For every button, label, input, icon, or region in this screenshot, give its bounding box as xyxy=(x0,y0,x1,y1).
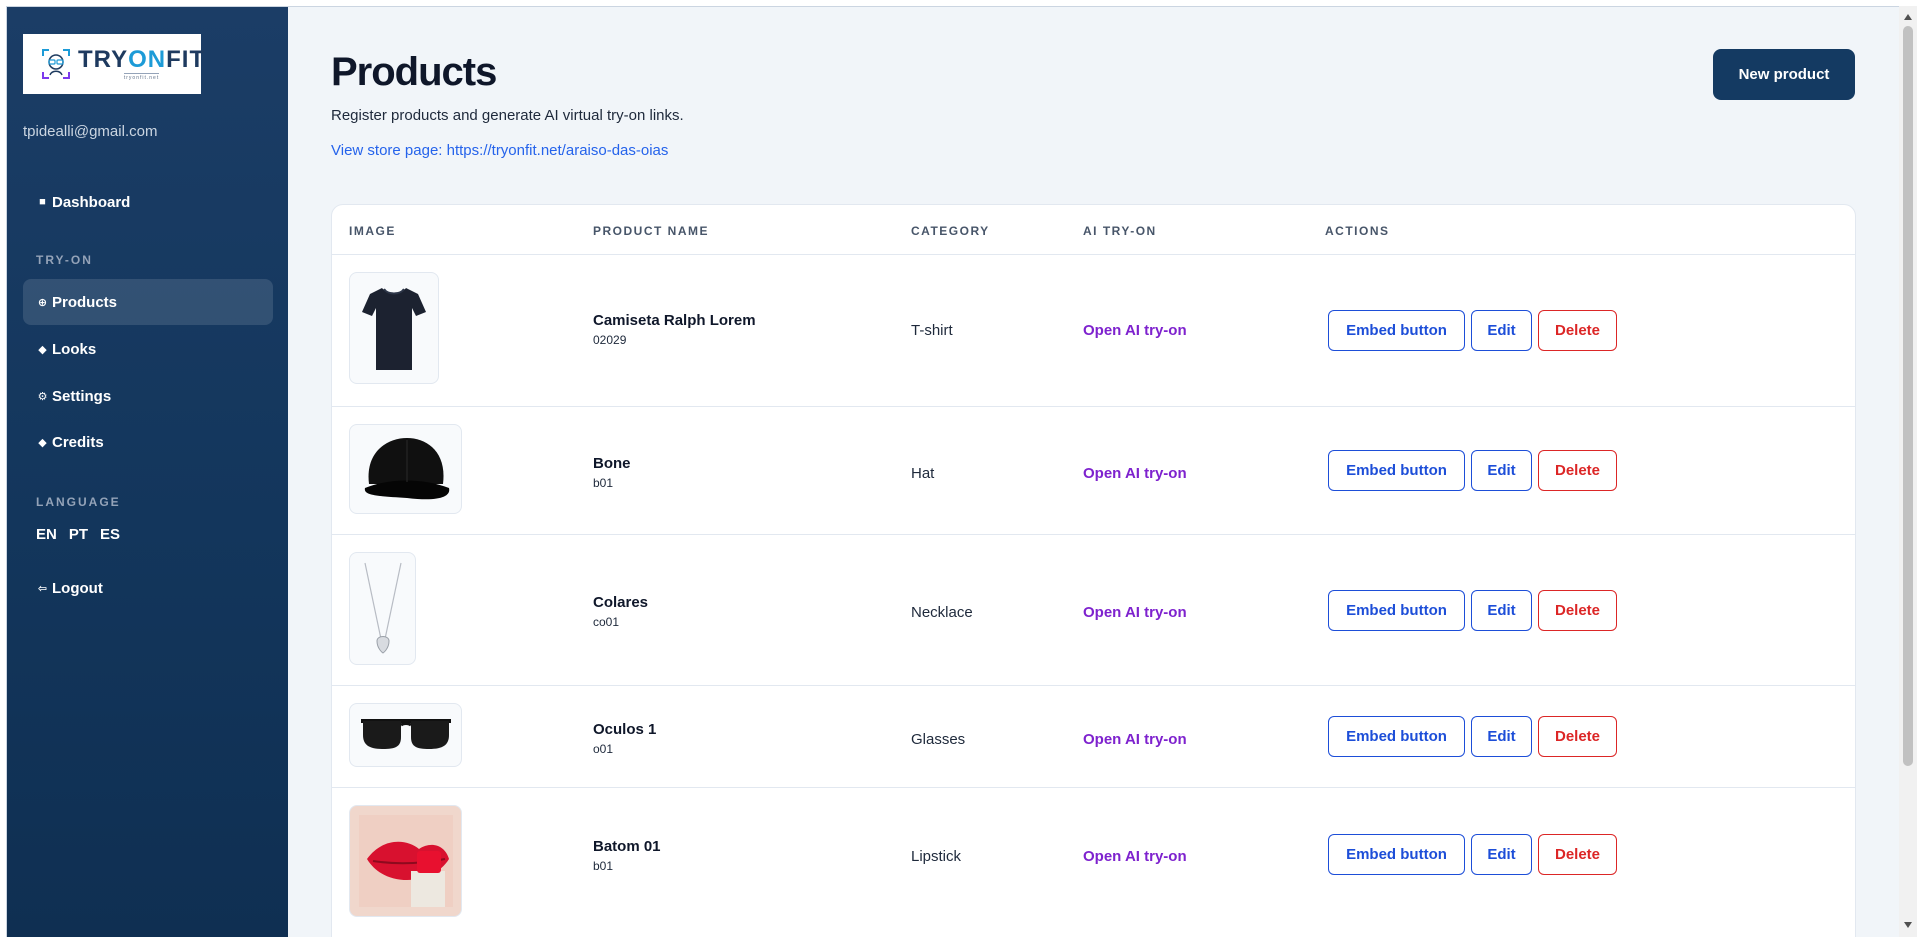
delete-button[interactable]: Delete xyxy=(1538,450,1617,491)
section-label-try-on: TRY-ON xyxy=(36,253,93,267)
edit-button[interactable]: Edit xyxy=(1471,834,1532,875)
language-en[interactable]: EN xyxy=(36,526,57,543)
delete-button[interactable]: Delete xyxy=(1538,834,1617,875)
page-scrollbar[interactable] xyxy=(1899,6,1917,937)
tryonfit-logo[interactable]: TRYONFIT tryonfit.net xyxy=(23,34,204,94)
product-image-necklace xyxy=(349,552,416,665)
embed-button[interactable]: Embed button xyxy=(1328,310,1465,351)
column-header-actions: ACTIONS xyxy=(1325,224,1390,238)
embed-button[interactable]: Embed button xyxy=(1328,590,1465,631)
edit-button[interactable]: Edit xyxy=(1471,450,1532,491)
product-category: T-shirt xyxy=(911,322,953,339)
user-email: tpidealli@gmail.com xyxy=(23,123,158,140)
sidebar: TRYONFIT tryonfit.net tpidealli@gmail.co… xyxy=(7,7,288,937)
product-name: Oculos 1 xyxy=(593,721,657,738)
column-header-product-name: PRODUCT NAME xyxy=(593,224,709,238)
table-row: Oculos 1 o01 Glasses Open AI try-on Embe… xyxy=(332,686,1855,788)
language-es[interactable]: ES xyxy=(100,526,120,543)
diamond-icon: ◆ xyxy=(38,343,47,356)
product-image-tshirt xyxy=(349,272,439,384)
store-page-link[interactable]: View store page: https://tryonfit.net/ar… xyxy=(331,142,668,159)
products-table: IMAGE PRODUCT NAME CATEGORY AI TRY-ON AC… xyxy=(331,204,1856,937)
sidebar-item-looks[interactable]: ◆ Looks xyxy=(23,326,273,372)
sidebar-item-products[interactable]: ⊕ Products xyxy=(23,279,273,325)
edit-button[interactable]: Edit xyxy=(1471,716,1532,757)
product-name: Camiseta Ralph Lorem xyxy=(593,312,756,329)
open-ai-try-on-link[interactable]: Open AI try-on xyxy=(1083,848,1187,865)
table-row: Camiseta Ralph Lorem 02029 T-shirt Open … xyxy=(332,255,1855,407)
delete-button[interactable]: Delete xyxy=(1538,310,1617,351)
product-image-cap xyxy=(349,424,462,514)
page-title: Products xyxy=(331,50,497,94)
gear-icon: ⚙ xyxy=(37,390,48,403)
table-header: IMAGE PRODUCT NAME CATEGORY AI TRY-ON AC… xyxy=(332,205,1855,255)
product-image-lipstick xyxy=(349,805,462,917)
open-ai-try-on-link[interactable]: Open AI try-on xyxy=(1083,322,1187,339)
diamond-icon: ◆ xyxy=(38,436,47,449)
sidebar-item-logout[interactable]: ⇦ Logout xyxy=(23,565,273,611)
product-code: o01 xyxy=(593,742,614,756)
sidebar-item-credits[interactable]: ◆ Credits xyxy=(23,419,273,465)
table-row: Batom 01 b01 Lipstick Open AI try-on Emb… xyxy=(332,788,1855,928)
embed-button[interactable]: Embed button xyxy=(1328,834,1465,875)
product-name: Batom 01 xyxy=(593,838,661,855)
product-code: co01 xyxy=(593,615,620,629)
main-content: Products Register products and generate … xyxy=(288,7,1899,937)
column-header-image: IMAGE xyxy=(349,224,396,238)
product-category: Glasses xyxy=(911,731,966,748)
product-code: 02029 xyxy=(593,333,627,347)
logo-wordmark: TRYONFIT tryonfit.net xyxy=(78,45,206,81)
new-product-button[interactable]: New product xyxy=(1713,49,1855,100)
language-switcher: EN PT ES xyxy=(36,526,120,543)
delete-button[interactable]: Delete xyxy=(1538,590,1617,631)
circle-plus-icon: ⊕ xyxy=(37,296,48,309)
product-category: Hat xyxy=(911,465,935,482)
product-code: b01 xyxy=(593,859,614,873)
page-subtitle: Register products and generate AI virtua… xyxy=(331,107,684,124)
logo-face-icon xyxy=(41,48,71,80)
product-category: Lipstick xyxy=(911,848,962,865)
product-name: Colares xyxy=(593,594,649,611)
sidebar-item-dashboard[interactable]: ■ Dashboard xyxy=(23,179,273,225)
section-label-language: LANGUAGE xyxy=(36,495,121,509)
embed-button[interactable]: Embed button xyxy=(1328,450,1465,491)
edit-button[interactable]: Edit xyxy=(1471,310,1532,351)
logo-subtext: tryonfit.net xyxy=(123,72,160,81)
app-window: TRYONFIT tryonfit.net tpidealli@gmail.co… xyxy=(6,6,1899,937)
language-pt[interactable]: PT xyxy=(69,526,88,543)
column-header-ai-try-on: AI TRY-ON xyxy=(1083,224,1157,238)
column-header-category: CATEGORY xyxy=(911,224,990,238)
edit-button[interactable]: Edit xyxy=(1471,590,1532,631)
product-name: Bone xyxy=(593,455,631,472)
table-row: Colares co01 Necklace Open AI try-on Emb… xyxy=(332,535,1855,686)
sidebar-item-settings[interactable]: ⚙ Settings xyxy=(23,373,273,419)
product-category: Necklace xyxy=(911,604,973,621)
product-code: b01 xyxy=(593,476,614,490)
open-ai-try-on-link[interactable]: Open AI try-on xyxy=(1083,731,1187,748)
grid-icon: ■ xyxy=(39,196,46,208)
table-row: Bone b01 Hat Open AI try-on Embed button… xyxy=(332,407,1855,535)
open-ai-try-on-link[interactable]: Open AI try-on xyxy=(1083,465,1187,482)
scroll-up-arrow-icon[interactable] xyxy=(1904,14,1912,20)
scrollbar-thumb[interactable] xyxy=(1903,26,1913,766)
logout-arrow-icon: ⇦ xyxy=(37,582,48,595)
embed-button[interactable]: Embed button xyxy=(1328,716,1465,757)
product-image-sunglasses xyxy=(349,703,462,767)
scroll-down-arrow-icon[interactable] xyxy=(1904,922,1912,928)
delete-button[interactable]: Delete xyxy=(1538,716,1617,757)
open-ai-try-on-link[interactable]: Open AI try-on xyxy=(1083,604,1187,621)
